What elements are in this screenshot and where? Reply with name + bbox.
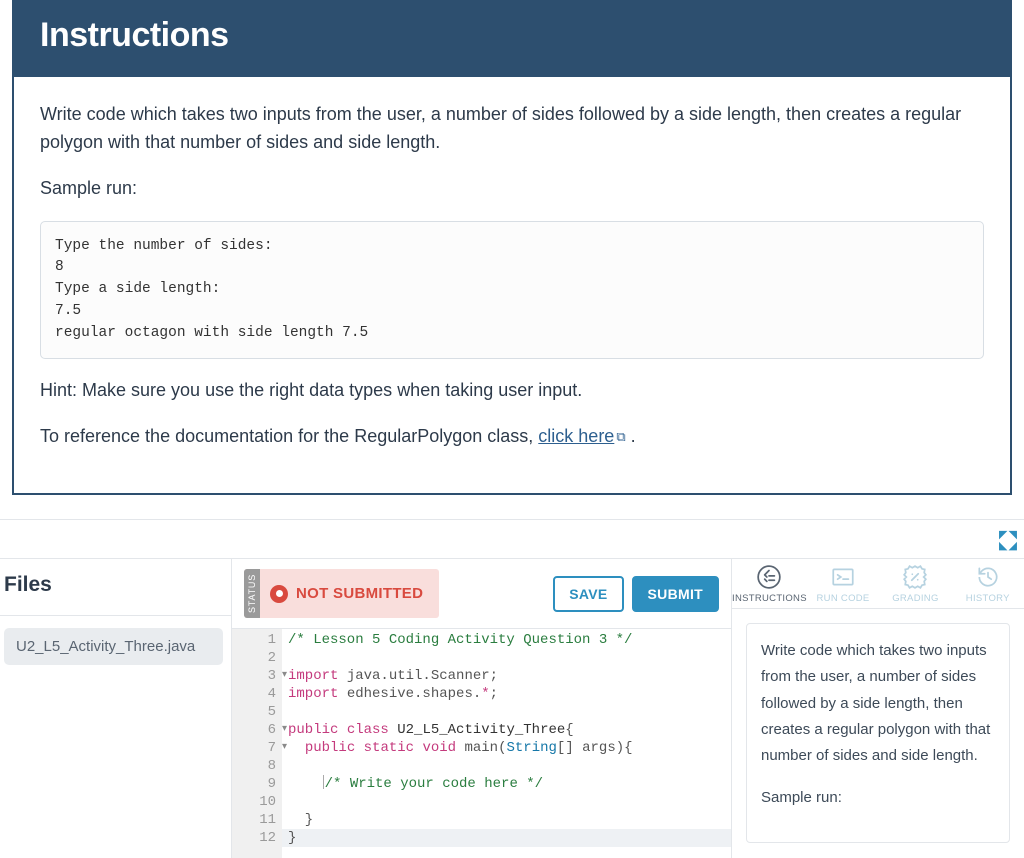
status-text: NOT SUBMITTED bbox=[296, 575, 439, 612]
instructions-body: Write code which takes two inputs from t… bbox=[14, 77, 1010, 493]
checklist-icon bbox=[732, 565, 807, 589]
instructions-title: Instructions bbox=[40, 16, 984, 55]
fullscreen-row: ◤ ◥◣ ◢ bbox=[0, 520, 1024, 558]
reference-suffix: . bbox=[626, 426, 636, 446]
files-title: Files bbox=[0, 559, 231, 616]
workspace: Files U2_L5_Activity_Three.java STATUS N… bbox=[0, 558, 1024, 858]
status-badge: STATUS NOT SUBMITTED bbox=[244, 569, 439, 618]
right-instructions-box: Write code which takes two inputs from t… bbox=[746, 623, 1010, 843]
submit-button[interactable]: SUBMIT bbox=[632, 576, 719, 612]
status-circle-icon bbox=[270, 585, 288, 603]
sample-run-box: Type the number of sides: 8 Type a side … bbox=[40, 221, 984, 360]
instructions-card: Instructions Write code which takes two … bbox=[12, 0, 1012, 495]
right-paragraph: Write code which takes two inputs from t… bbox=[761, 638, 995, 769]
save-button[interactable]: SAVE bbox=[553, 576, 623, 612]
right-body: Write code which takes two inputs from t… bbox=[732, 609, 1024, 858]
right-tabs: INSTRUCTIONS RUN CODE GRADING HISTORY bbox=[732, 559, 1024, 609]
fullscreen-icon[interactable]: ◤ ◥◣ ◢ bbox=[999, 530, 1016, 552]
file-item[interactable]: U2_L5_Activity_Three.java bbox=[4, 628, 223, 665]
instructions-paragraph: Write code which takes two inputs from t… bbox=[40, 101, 984, 157]
reference-prefix: To reference the documentation for the R… bbox=[40, 426, 538, 446]
right-pane: INSTRUCTIONS RUN CODE GRADING HISTORY bbox=[732, 559, 1024, 858]
tab-instructions[interactable]: INSTRUCTIONS bbox=[732, 559, 807, 608]
reference-line: To reference the documentation for the R… bbox=[40, 423, 984, 451]
files-pane: Files U2_L5_Activity_Three.java bbox=[0, 559, 232, 858]
editor-actions: SAVE SUBMIT bbox=[553, 576, 719, 612]
tab-history[interactable]: HISTORY bbox=[952, 559, 1024, 608]
tab-grading[interactable]: GRADING bbox=[879, 559, 951, 608]
code-editor[interactable]: 123456789101112 /* Lesson 5 Coding Activ… bbox=[232, 629, 731, 858]
sample-run-label: Sample run: bbox=[40, 175, 984, 203]
instructions-header: Instructions bbox=[14, 2, 1010, 77]
history-icon bbox=[952, 565, 1024, 589]
documentation-link[interactable]: click here bbox=[538, 426, 614, 446]
tab-run-code[interactable]: RUN CODE bbox=[807, 559, 879, 608]
code-lines[interactable]: /* Lesson 5 Coding Activity Question 3 *… bbox=[282, 629, 731, 858]
terminal-icon bbox=[807, 565, 879, 589]
hint-text: Hint: Make sure you use the right data t… bbox=[40, 377, 984, 405]
external-link-icon: ⧉ bbox=[616, 427, 625, 447]
editor-pane: STATUS NOT SUBMITTED SAVE SUBMIT 1234567… bbox=[232, 559, 732, 858]
line-number-gutter: 123456789101112 bbox=[232, 629, 282, 858]
editor-toolbar: STATUS NOT SUBMITTED SAVE SUBMIT bbox=[232, 559, 731, 629]
status-label: STATUS bbox=[244, 569, 260, 618]
percent-badge-icon bbox=[879, 565, 951, 589]
right-sample-label: Sample run: bbox=[761, 785, 995, 811]
